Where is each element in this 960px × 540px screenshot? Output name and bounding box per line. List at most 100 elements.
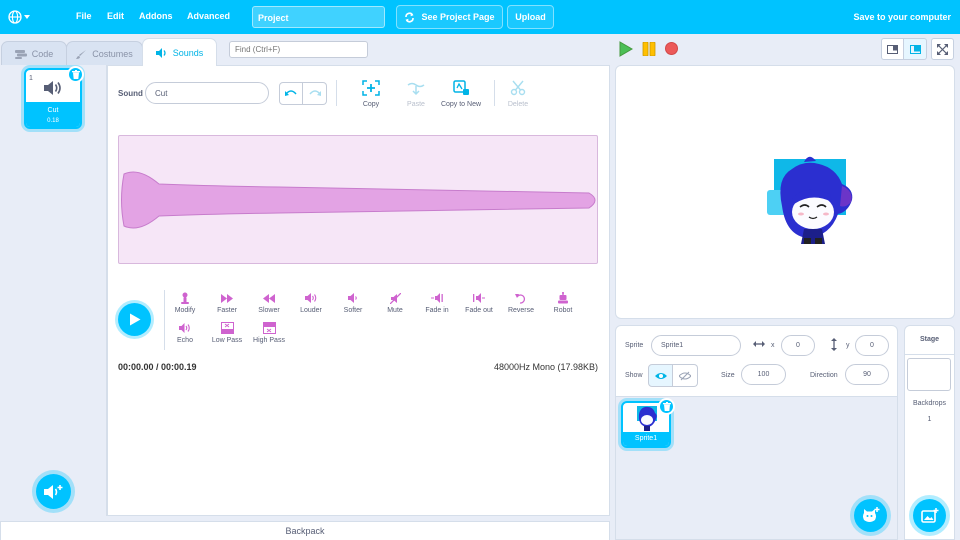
tab-sounds-label: Sounds <box>172 47 204 58</box>
robot-icon <box>558 292 568 304</box>
save-to-computer-button[interactable]: Save to your computer <box>853 12 951 22</box>
undo-redo-group <box>279 82 327 105</box>
green-flag-icon <box>619 41 633 57</box>
hide-sprite-button[interactable] <box>673 364 698 387</box>
sound-tile-name: Cut <box>47 107 59 114</box>
trash-icon <box>71 70 80 79</box>
size-input[interactable]: 100 <box>741 364 786 385</box>
modify-icon <box>181 292 189 304</box>
theme-toggle[interactable] <box>44 9 56 25</box>
stage-thumbnail[interactable] <box>907 358 951 391</box>
fullscreen-button[interactable] <box>931 38 954 60</box>
menu-file[interactable]: File <box>76 11 92 21</box>
language-menu[interactable] <box>8 9 30 25</box>
effect-robot-button[interactable]: Robot <box>543 292 583 314</box>
trash-icon <box>662 402 671 411</box>
mute-icon <box>389 292 401 304</box>
effect-modify-button[interactable]: Modify <box>165 292 205 314</box>
waveform-display[interactable] <box>118 135 598 264</box>
y-position-icon <box>830 338 838 353</box>
menu-advanced[interactable]: Advanced <box>187 11 230 21</box>
undo-button[interactable] <box>279 82 303 105</box>
copy-button[interactable]: Copy <box>348 80 394 108</box>
fade-in-icon <box>431 293 443 303</box>
add-sound-icon <box>43 484 62 499</box>
tab-sounds[interactable]: Sounds <box>142 38 217 66</box>
upload-button[interactable]: Upload <box>507 5 554 29</box>
sprite-character-image <box>767 156 853 244</box>
y-position-input[interactable]: 0 <box>855 335 889 356</box>
effect-softer-button[interactable]: Softer <box>333 292 373 314</box>
delete-sound-button[interactable] <box>67 66 84 83</box>
effect-slower-button[interactable]: Slower <box>249 292 289 314</box>
large-stage-button[interactable] <box>904 38 927 60</box>
waveform-graph <box>121 171 596 229</box>
effect-louder-button[interactable]: Louder <box>291 292 331 314</box>
menu-addons[interactable]: Addons <box>139 11 173 21</box>
sprite-name-input[interactable]: Sprite1 <box>651 335 741 356</box>
scissors-icon <box>510 80 526 96</box>
speaker-icon <box>155 47 166 58</box>
paste-button[interactable]: Paste <box>393 80 439 108</box>
effect-high-pass-button[interactable]: High Pass <box>249 322 289 344</box>
louder-icon <box>305 293 317 303</box>
brush-icon <box>76 49 87 59</box>
add-backdrop-button[interactable] <box>913 499 946 532</box>
copy-to-new-button[interactable]: Copy to New <box>438 80 484 108</box>
show-sprite-button[interactable] <box>648 364 673 387</box>
redo-button[interactable] <box>303 82 327 105</box>
remix-icon <box>405 12 415 22</box>
effect-fade-in-label: Fade in <box>425 307 449 314</box>
stage-canvas[interactable] <box>615 65 955 319</box>
find-input[interactable] <box>229 41 368 58</box>
green-flag-button[interactable] <box>619 41 633 59</box>
code-icon <box>14 49 27 59</box>
copy-to-new-label: Copy to New <box>440 101 482 108</box>
sprite-label: Sprite <box>625 342 644 349</box>
moon-icon <box>45 10 51 22</box>
project-title-input[interactable]: Project <box>252 6 385 28</box>
reverse-icon <box>515 293 526 304</box>
effect-modify-label: Modify <box>174 307 196 314</box>
tab-code[interactable]: Code <box>1 41 67 66</box>
effect-faster-button[interactable]: Faster <box>207 292 247 314</box>
effect-faster-label: Faster <box>217 307 237 314</box>
fullscreen-icon <box>937 43 948 55</box>
waveform-shape <box>121 171 596 229</box>
see-project-page-button[interactable]: See Project Page <box>396 5 503 29</box>
faster-icon <box>221 293 233 303</box>
add-sprite-button[interactable] <box>854 499 887 532</box>
sound-name-input[interactable]: Cut <box>145 82 269 104</box>
stop-button[interactable] <box>665 42 678 55</box>
add-backdrop-icon <box>920 507 938 523</box>
tab-costumes[interactable]: Costumes <box>66 41 143 66</box>
effect-fade-out-button[interactable]: Fade out <box>459 292 499 314</box>
copy-label: Copy <box>362 101 380 108</box>
sprite-tile-name: Sprite1 <box>623 432 669 446</box>
stage-size-toggle <box>881 38 927 60</box>
backpack-toggle[interactable]: Backpack <box>0 521 610 540</box>
small-stage-button[interactable] <box>881 38 904 60</box>
effect-softer-label: Softer <box>343 307 363 314</box>
direction-input[interactable]: 90 <box>845 364 889 385</box>
pause-button[interactable] <box>642 41 656 58</box>
sound-editor <box>107 65 610 516</box>
pause-icon <box>642 41 656 57</box>
x-position-input[interactable]: 0 <box>781 335 815 356</box>
delete-sprite-button[interactable] <box>658 398 675 415</box>
backdrops-count: 1 <box>927 416 932 423</box>
delete-label: Delete <box>507 101 529 108</box>
copy-to-new-icon <box>453 80 469 95</box>
effect-fade-in-button[interactable]: Fade in <box>417 292 457 314</box>
effect-mute-button[interactable]: Mute <box>375 292 415 314</box>
menu-edit[interactable]: Edit <box>107 11 124 21</box>
stage-selector-divider <box>905 354 954 355</box>
play-sound-button[interactable] <box>118 303 151 336</box>
effect-reverse-button[interactable]: Reverse <box>501 292 541 314</box>
fade-out-icon <box>473 293 485 303</box>
delete-button[interactable]: Delete <box>495 80 541 108</box>
effect-echo-button[interactable]: Echo <box>165 322 205 344</box>
eye-icon <box>654 372 667 379</box>
add-sound-button[interactable] <box>36 474 71 509</box>
effect-low-pass-button[interactable]: Low Pass <box>207 322 247 344</box>
